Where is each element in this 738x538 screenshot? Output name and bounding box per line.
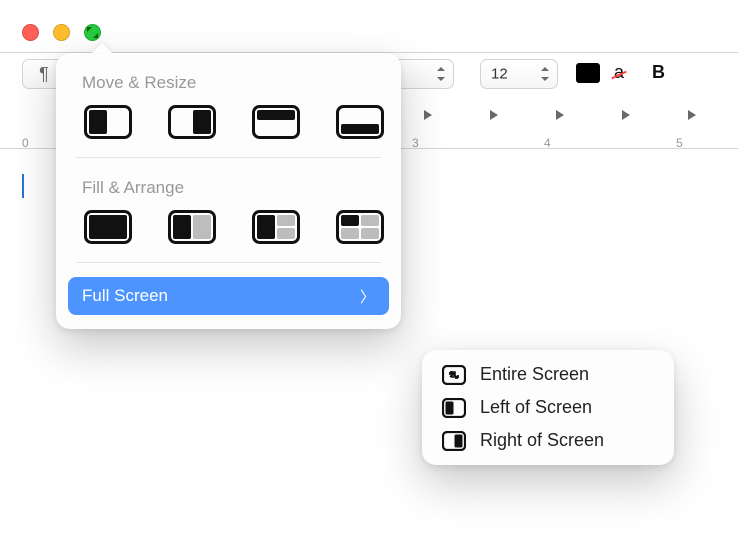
entire-screen-icon <box>442 365 466 385</box>
bottom-half-button[interactable] <box>336 105 384 139</box>
left-half-icon <box>84 105 132 139</box>
ruler-mark: 3 <box>412 136 419 150</box>
full-screen-label: Full Screen <box>82 286 168 306</box>
section-label-fill-arrange: Fill & Arrange <box>56 158 401 210</box>
text-cursor <box>22 174 24 198</box>
three-up-button[interactable] <box>252 210 300 244</box>
two-up-left-icon <box>168 210 216 244</box>
chevron-right-icon: 〉 <box>360 286 375 307</box>
window-minimize-button[interactable] <box>53 24 70 41</box>
font-size-dropdown[interactable]: 12 <box>480 59 558 89</box>
fill-button[interactable] <box>84 210 132 244</box>
right-half-button[interactable] <box>168 105 216 139</box>
full-screen-submenu: Entire Screen Left of Screen Right of Sc… <box>422 350 674 465</box>
strikethrough-color-button[interactable]: a <box>614 62 624 83</box>
font-size-value: 12 <box>491 66 508 83</box>
tab-stop-marker[interactable] <box>486 110 493 120</box>
text-color-controls: a B <box>560 62 679 83</box>
tab-stop-marker[interactable] <box>552 110 559 120</box>
tab-stop-marker[interactable] <box>618 110 625 120</box>
chevron-updown-icon <box>437 67 447 81</box>
top-half-button[interactable] <box>252 105 300 139</box>
right-of-screen-menu-item[interactable]: Right of Screen <box>422 424 674 457</box>
entire-screen-menu-item[interactable]: Entire Screen <box>422 358 674 391</box>
ruler-mark: 4 <box>544 136 551 150</box>
bottom-half-icon <box>336 105 384 139</box>
tab-stop-marker[interactable] <box>684 110 691 120</box>
window-close-button[interactable] <box>22 24 39 41</box>
right-of-screen-icon <box>442 431 466 451</box>
bold-button[interactable]: B <box>652 62 665 83</box>
fill-arrange-row <box>56 210 401 262</box>
section-label-move-resize: Move & Resize <box>56 53 401 105</box>
pilcrow-icon: ¶ <box>39 64 49 85</box>
window-zoom-button[interactable] <box>84 24 101 41</box>
window-management-popover: Move & Resize Fill & Arrange Full Scr <box>56 53 401 329</box>
left-half-button[interactable] <box>84 105 132 139</box>
two-up-left-button[interactable] <box>168 210 216 244</box>
quad-button[interactable] <box>336 210 384 244</box>
full-screen-menu-item[interactable]: Full Screen 〉 <box>68 277 389 315</box>
traffic-lights <box>22 24 101 41</box>
left-of-screen-menu-item[interactable]: Left of Screen <box>422 391 674 424</box>
separator <box>76 262 381 263</box>
submenu-item-label: Left of Screen <box>480 397 592 418</box>
ruler-mark: 5 <box>676 136 683 150</box>
text-color-swatch[interactable] <box>576 63 600 83</box>
ruler-mark: 0 <box>22 136 29 150</box>
left-of-screen-icon <box>442 398 466 418</box>
tab-stop-marker[interactable] <box>420 110 427 120</box>
right-half-icon <box>168 105 216 139</box>
three-up-icon <box>252 210 300 244</box>
chevron-updown-icon <box>541 67 551 81</box>
submenu-item-label: Entire Screen <box>480 364 589 385</box>
top-half-icon <box>252 105 300 139</box>
move-resize-row <box>56 105 401 157</box>
submenu-item-label: Right of Screen <box>480 430 604 451</box>
fill-icon <box>84 210 132 244</box>
quad-icon <box>336 210 384 244</box>
